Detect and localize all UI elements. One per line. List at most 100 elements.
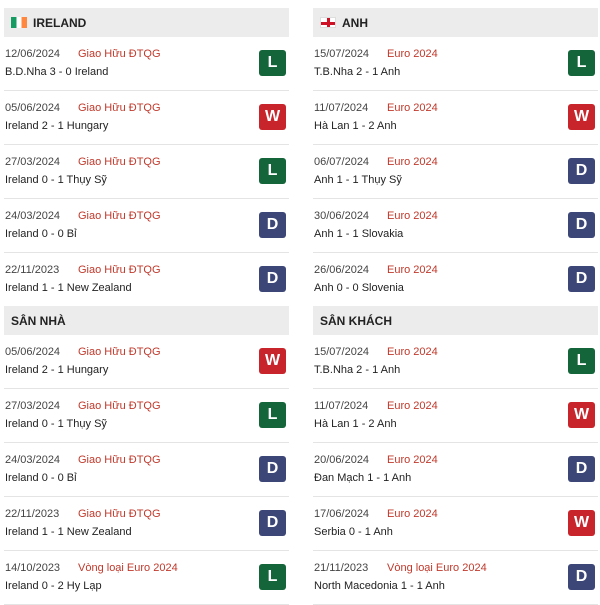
england-recent-section: ANH 15/07/2024 Euro 2024 T.B.Nha 2 - 1 Anh… <box>313 8 598 307</box>
match-score: Hà Lan 1 - 2 Anh <box>314 418 397 430</box>
match-date: 20/06/2024 <box>314 454 370 466</box>
match-row[interactable]: 05/06/2024 Giao Hữu ĐTQG Ireland 2 - 1 Hun… <box>4 335 289 389</box>
result-badge: L <box>568 348 595 374</box>
match-score: B.D.Nha 3 - 0 Ireland <box>5 66 109 78</box>
match-competition: Giao Hữu ĐTQG <box>78 346 161 358</box>
result-badge: L <box>568 50 595 76</box>
match-competition: Giao Hữu ĐTQG <box>78 508 161 520</box>
match-date: 06/07/2024 <box>314 156 370 168</box>
match-date: 15/07/2024 <box>314 346 370 358</box>
match-competition: Vòng loại Euro 2024 <box>387 562 487 574</box>
match-row[interactable]: 15/07/2024 Euro 2024 T.B.Nha 2 - 1 Anh L <box>313 335 598 389</box>
match-competition: Giao Hữu ĐTQG <box>78 156 161 168</box>
match-row[interactable]: 27/03/2024 Giao Hữu ĐTQG Ireland 0 - 1 Thụ… <box>4 145 289 199</box>
result-badge: L <box>259 50 286 76</box>
match-date: 14/10/2023 <box>5 562 61 574</box>
match-date: 22/11/2023 <box>5 264 60 276</box>
match-date: 15/07/2024 <box>314 48 370 60</box>
match-score: Ireland 1 - 1 New Zealand <box>5 526 132 538</box>
ireland-recent-section: IRELAND 12/06/2024 Giao Hữu ĐTQG B.D.Nha 3… <box>4 8 289 307</box>
match-row[interactable]: 22/11/2023 Giao Hữu ĐTQG Ireland 1 - 1 New… <box>4 497 289 551</box>
match-row[interactable]: 12/06/2024 Giao Hữu ĐTQG B.D.Nha 3 - 0 Ire… <box>4 37 289 91</box>
match-score: Ireland 2 - 1 Hungary <box>5 364 109 376</box>
match-row[interactable]: 24/03/2024 Giao Hữu ĐTQG Ireland 0 - 0 Bỉ D <box>4 199 289 253</box>
england-recent-header: ANH <box>313 8 598 37</box>
match-competition: Giao Hữu ĐTQG <box>78 264 161 276</box>
match-score: Ireland 0 - 1 Thụy Sỹ <box>5 418 107 430</box>
match-score: Serbia 0 - 1 Anh <box>314 526 393 538</box>
match-competition: Giao Hữu ĐTQG <box>78 400 161 412</box>
match-row[interactable]: 26/06/2024 Euro 2024 Anh 0 - 0 Slovenia D <box>313 253 598 307</box>
england-flag-icon <box>320 17 336 28</box>
match-row[interactable]: 17/06/2024 Euro 2024 Serbia 0 - 1 Anh W <box>313 497 598 551</box>
match-date: 26/06/2024 <box>314 264 370 276</box>
match-score: Đan Mạch 1 - 1 Anh <box>314 472 412 484</box>
section-title: ANH <box>342 15 368 30</box>
result-badge: D <box>259 456 286 482</box>
section-title: SÂN KHÁCH <box>320 313 392 328</box>
match-competition: Euro 2024 <box>387 48 438 60</box>
match-score: Ireland 0 - 1 Thụy Sỹ <box>5 174 107 186</box>
match-competition: Euro 2024 <box>387 264 438 276</box>
match-row[interactable]: 05/06/2024 Giao Hữu ĐTQG Ireland 2 - 1 Hun… <box>4 91 289 145</box>
match-score: Ireland 1 - 1 New Zealand <box>5 282 132 294</box>
match-date: 24/03/2024 <box>5 210 61 222</box>
match-date: 22/11/2023 <box>5 508 60 520</box>
match-row[interactable]: 20/06/2024 Euro 2024 Đan Mạch 1 - 1 Anh D <box>313 443 598 497</box>
result-badge: W <box>568 104 595 130</box>
result-badge: W <box>568 510 595 536</box>
result-badge: W <box>568 402 595 428</box>
match-date: 11/07/2024 <box>314 102 369 114</box>
match-score: Hà Lan 1 - 2 Anh <box>314 120 397 132</box>
match-date: 27/03/2024 <box>5 156 61 168</box>
result-badge: L <box>259 402 286 428</box>
match-score: T.B.Nha 2 - 1 Anh <box>314 66 401 78</box>
match-competition: Giao Hữu ĐTQG <box>78 210 161 222</box>
match-score: Anh 1 - 1 Slovakia <box>314 228 404 240</box>
match-date: 27/03/2024 <box>5 400 61 412</box>
result-badge: D <box>568 564 595 590</box>
england-away-header: SÂN KHÁCH <box>313 306 598 335</box>
match-row[interactable]: 21/11/2023 Vòng loại Euro 2024 North Maced… <box>313 551 598 605</box>
match-row[interactable]: 22/11/2023 Giao Hữu ĐTQG Ireland 1 - 1 New… <box>4 253 289 307</box>
result-badge: D <box>568 456 595 482</box>
match-score: Anh 0 - 0 Slovenia <box>314 282 404 294</box>
ireland-recent-header: IRELAND <box>4 8 289 37</box>
match-row[interactable]: 11/07/2024 Euro 2024 Hà Lan 1 - 2 Anh W <box>313 389 598 443</box>
match-score: T.B.Nha 2 - 1 Anh <box>314 364 401 376</box>
match-row[interactable]: 24/03/2024 Giao Hữu ĐTQG Ireland 0 - 0 Bỉ D <box>4 443 289 497</box>
result-badge: D <box>568 158 595 184</box>
match-competition: Giao Hữu ĐTQG <box>78 102 161 114</box>
match-row[interactable]: 06/07/2024 Euro 2024 Anh 1 - 1 Thụy Sỹ D <box>313 145 598 199</box>
result-badge: D <box>568 266 595 292</box>
match-row[interactable]: 14/10/2023 Vòng loại Euro 2024 Ireland 0 -… <box>4 551 289 605</box>
england-away-section: SÂN KHÁCH 15/07/2024 Euro 2024 T.B.Nha 2 -… <box>313 306 598 605</box>
ireland-flag-icon <box>11 17 27 28</box>
match-competition: Euro 2024 <box>387 346 438 358</box>
match-date: 17/06/2024 <box>314 508 370 520</box>
section-title: SÂN NHÀ <box>11 313 66 328</box>
match-date: 24/03/2024 <box>5 454 61 466</box>
result-badge: W <box>259 348 286 374</box>
match-competition: Euro 2024 <box>387 454 438 466</box>
match-row[interactable]: 30/06/2024 Euro 2024 Anh 1 - 1 Slovakia D <box>313 199 598 253</box>
match-row[interactable]: 11/07/2024 Euro 2024 Hà Lan 1 - 2 Anh W <box>313 91 598 145</box>
match-score: Ireland 0 - 0 Bỉ <box>5 228 77 240</box>
result-badge: L <box>259 158 286 184</box>
match-row[interactable]: 15/07/2024 Euro 2024 T.B.Nha 2 - 1 Anh L <box>313 37 598 91</box>
match-competition: Giao Hữu ĐTQG <box>78 454 161 466</box>
match-competition: Euro 2024 <box>387 210 438 222</box>
match-competition: Vòng loại Euro 2024 <box>78 562 178 574</box>
match-date: 21/11/2023 <box>314 562 369 574</box>
ireland-home-header: SÂN NHÀ <box>4 306 289 335</box>
result-badge: D <box>259 212 286 238</box>
match-date: 05/06/2024 <box>5 102 61 114</box>
match-score: Ireland 2 - 1 Hungary <box>5 120 109 132</box>
result-badge: D <box>568 212 595 238</box>
result-badge: D <box>259 266 286 292</box>
section-title: IRELAND <box>33 15 87 30</box>
match-row[interactable]: 27/03/2024 Giao Hữu ĐTQG Ireland 0 - 1 Thụ… <box>4 389 289 443</box>
result-badge: W <box>259 104 286 130</box>
match-competition: Euro 2024 <box>387 156 438 168</box>
match-date: 12/06/2024 <box>5 48 61 60</box>
